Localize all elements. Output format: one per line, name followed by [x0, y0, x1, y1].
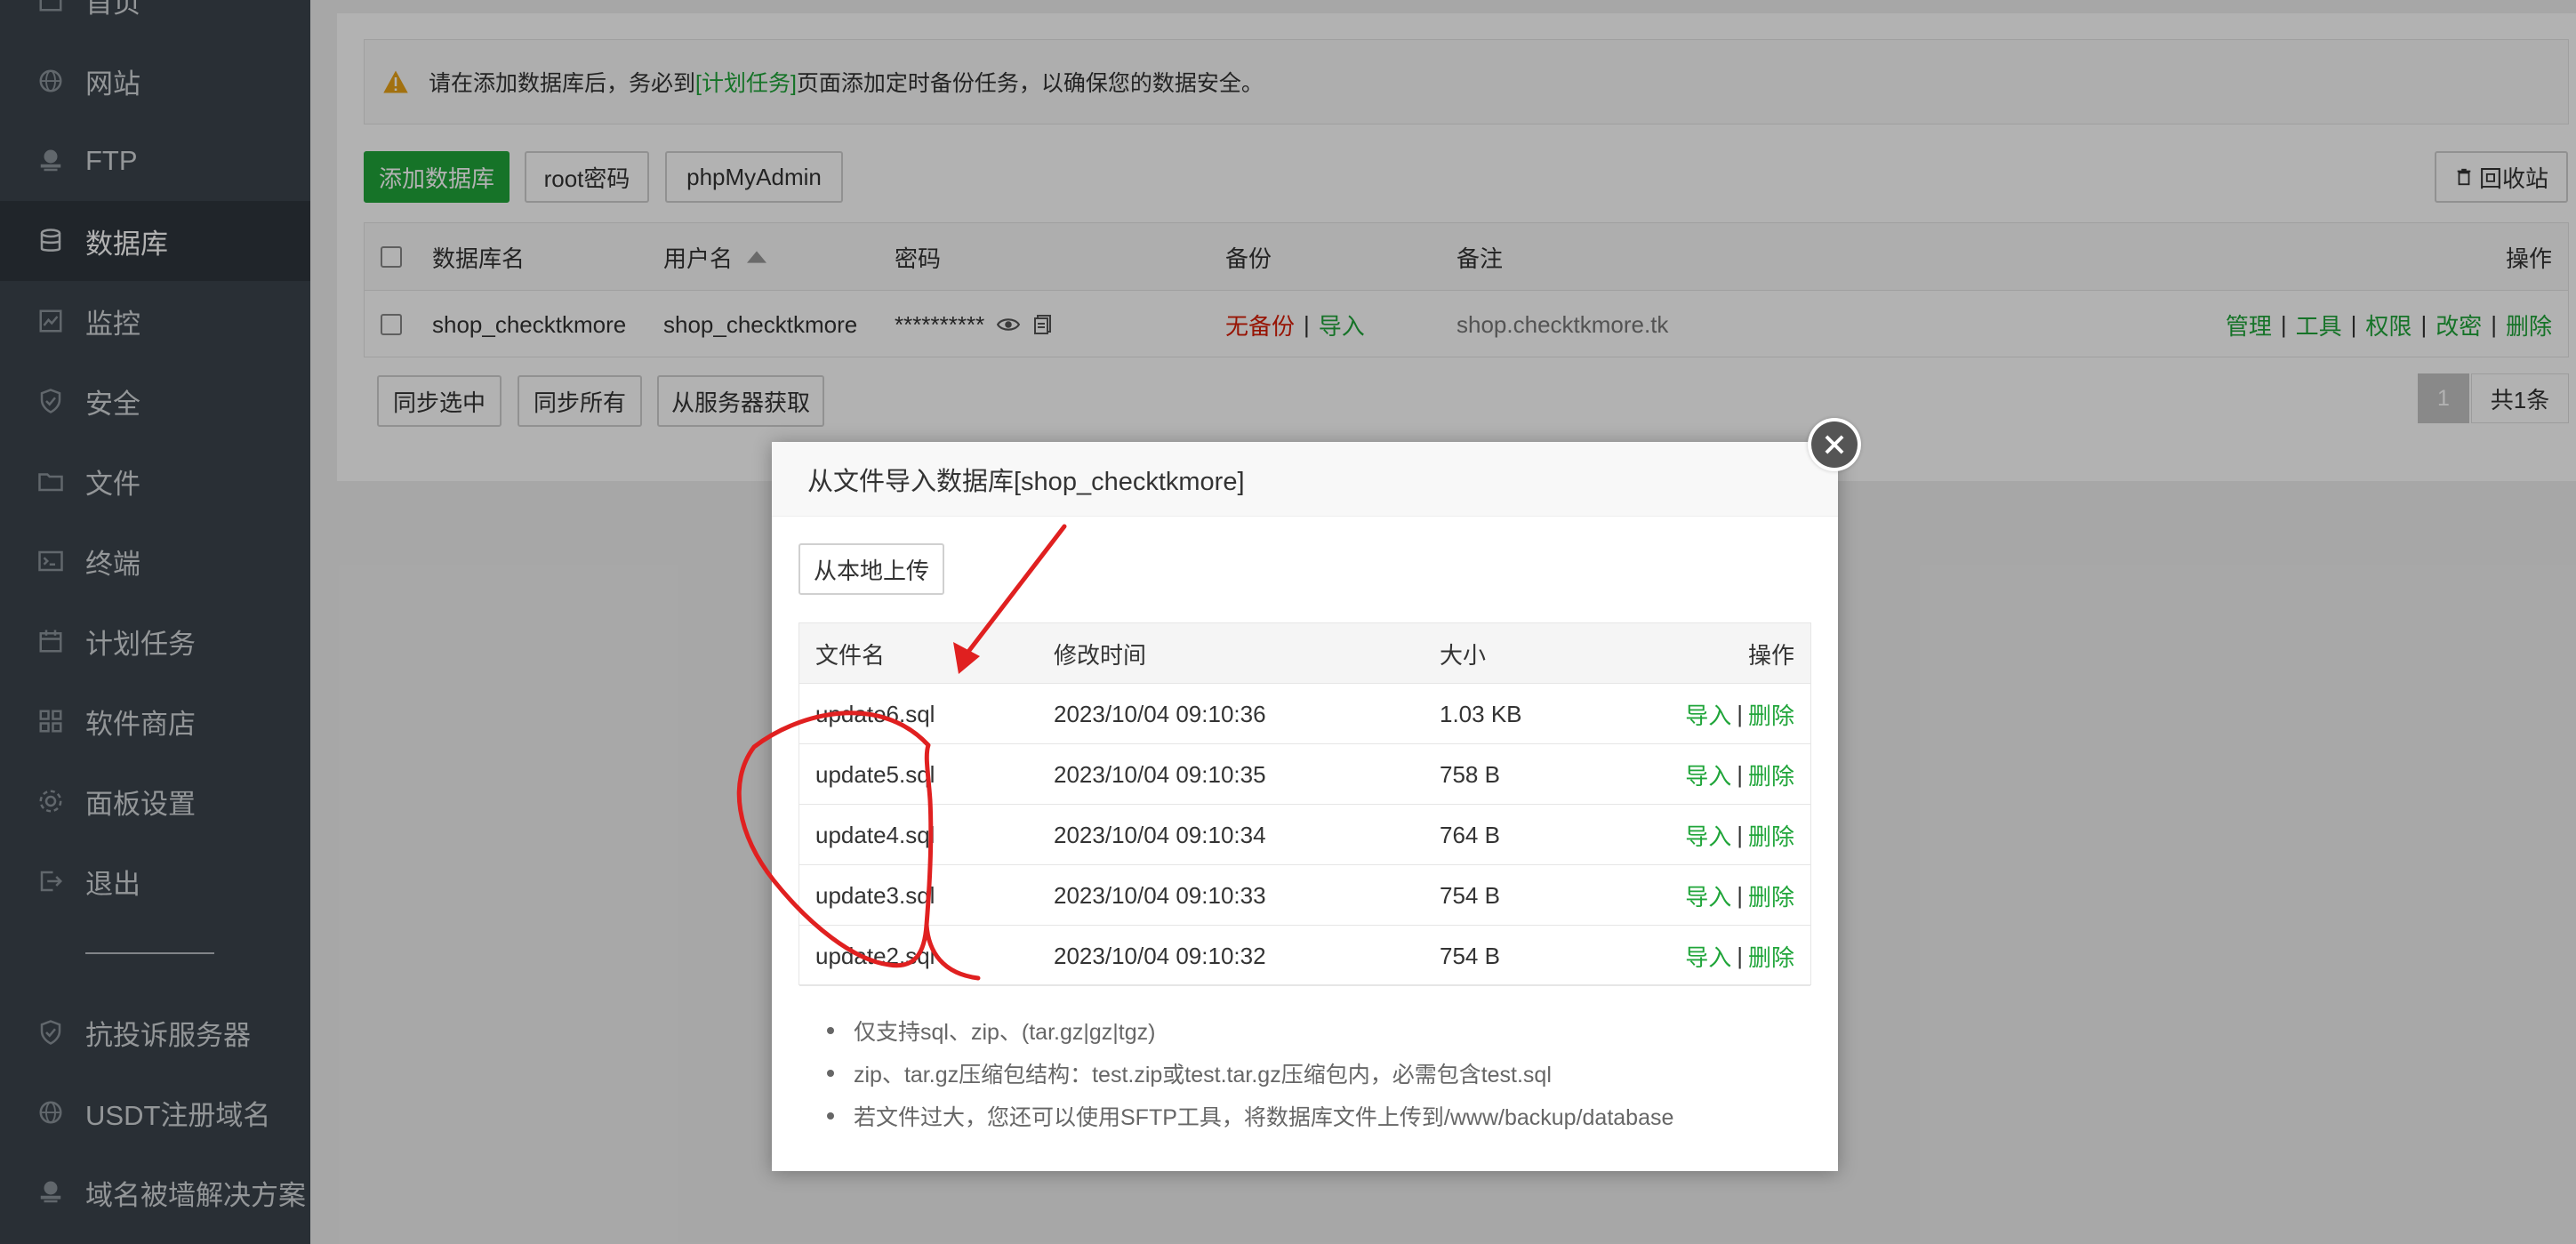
separator: |	[1737, 881, 1743, 909]
file-delete-link[interactable]: 删除	[1748, 940, 1794, 973]
file-import-link[interactable]: 导入	[1685, 879, 1731, 912]
file-table-header: 文件名 修改时间 大小 操作	[799, 623, 1810, 684]
file-name: update6.sql	[815, 700, 935, 727]
file-row: update4.sql 2023/10/04 09:10:34 764 B 导入 | 删除	[799, 805, 1810, 865]
file-delete-link[interactable]: 删除	[1748, 819, 1794, 852]
file-delete-link[interactable]: 删除	[1748, 698, 1794, 731]
file-import-link[interactable]: 导入	[1685, 819, 1731, 852]
file-row: update2.sql 2023/10/04 09:10:32 754 B 导入 | 删除	[799, 926, 1810, 986]
file-mtime: 2023/10/04 09:10:35	[1054, 760, 1266, 788]
tip-item: 若文件过大，您还可以使用SFTP工具，将数据库文件上传到/www/backup/…	[827, 1095, 1673, 1137]
separator: |	[1737, 760, 1743, 788]
file-name: update4.sql	[815, 821, 935, 848]
file-import-link[interactable]: 导入	[1685, 698, 1731, 731]
header-filename: 文件名	[815, 641, 886, 669]
file-size: 1.03 KB	[1440, 700, 1522, 727]
file-size: 758 B	[1440, 760, 1500, 788]
file-delete-link[interactable]: 删除	[1748, 879, 1794, 912]
header-ops: 操作	[1747, 641, 1794, 669]
file-ops: 导入 | 删除	[1685, 926, 1794, 986]
separator: |	[1737, 821, 1743, 848]
file-size: 754 B	[1440, 881, 1500, 909]
tip-item: 仅支持sql、zip、(tar.gz|gz|tgz)	[827, 1009, 1673, 1052]
file-ops: 导入 | 删除	[1685, 684, 1794, 744]
file-row: update3.sql 2023/10/04 09:10:33 754 B 导入 | 删除	[799, 865, 1810, 926]
import-tips: 仅支持sql、zip、(tar.gz|gz|tgz) zip、tar.gz压缩包…	[827, 1009, 1673, 1137]
file-row: update5.sql 2023/10/04 09:10:35 758 B 导入 | 删除	[799, 744, 1810, 805]
file-name: update2.sql	[815, 942, 935, 969]
file-ops: 导入 | 删除	[1685, 865, 1794, 926]
close-icon	[1825, 435, 1844, 454]
file-import-link[interactable]: 导入	[1685, 758, 1731, 791]
file-name: update3.sql	[815, 881, 935, 909]
file-ops: 导入 | 删除	[1685, 744, 1794, 805]
header-mtime: 修改时间	[1054, 641, 1147, 669]
file-table: 文件名 修改时间 大小 操作 update6.sql 2023/10/04 09:…	[798, 622, 1811, 986]
file-size: 764 B	[1440, 821, 1500, 848]
file-name: update5.sql	[815, 760, 935, 788]
close-dialog-button[interactable]	[1808, 418, 1861, 471]
dialog-title: 从文件导入数据库[shop_checktkmore]	[772, 442, 1838, 517]
file-size: 754 B	[1440, 942, 1500, 969]
separator: |	[1737, 700, 1743, 727]
import-database-dialog: 从文件导入数据库[shop_checktkmore] 从本地上传 文件名 修改时…	[772, 442, 1838, 1171]
file-mtime: 2023/10/04 09:10:36	[1054, 700, 1266, 727]
file-import-link[interactable]: 导入	[1685, 940, 1731, 973]
header-size: 大小	[1440, 641, 1487, 669]
file-row: update6.sql 2023/10/04 09:10:36 1.03 KB 导入 |…	[799, 684, 1810, 744]
tip-item: zip、tar.gz压缩包结构：test.zip或test.tar.gz压缩包内…	[827, 1052, 1673, 1095]
file-mtime: 2023/10/04 09:10:32	[1054, 942, 1266, 969]
file-mtime: 2023/10/04 09:10:33	[1054, 881, 1266, 909]
file-delete-link[interactable]: 删除	[1748, 758, 1794, 791]
upload-local-button[interactable]: 从本地上传	[798, 543, 944, 595]
file-mtime: 2023/10/04 09:10:34	[1054, 821, 1266, 848]
file-ops: 导入 | 删除	[1685, 805, 1794, 865]
separator: |	[1737, 942, 1743, 969]
